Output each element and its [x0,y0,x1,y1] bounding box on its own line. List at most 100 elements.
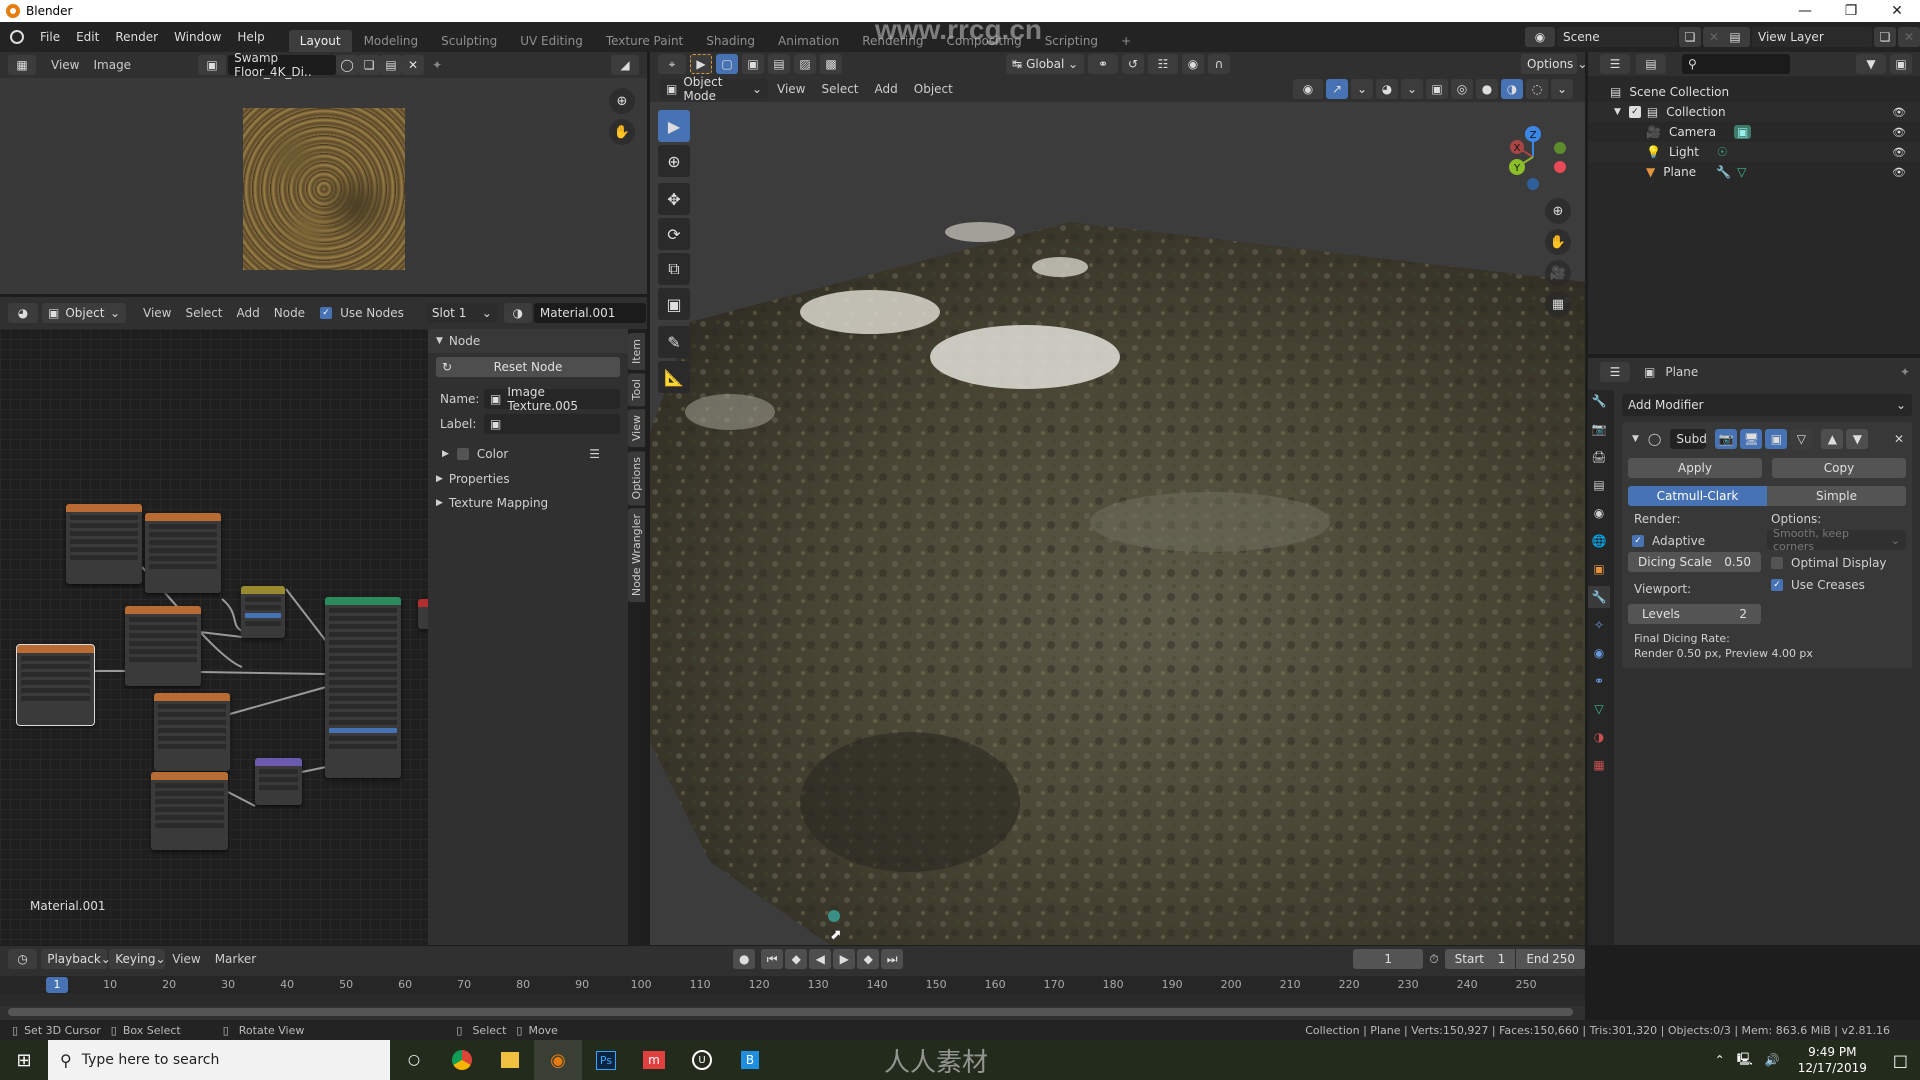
apply-button[interactable]: Apply [1628,458,1762,478]
minimize-button[interactable]: — [1782,0,1828,22]
viewport-menu-view[interactable]: View [770,82,812,96]
pan-hand-icon[interactable]: ✋ [609,119,635,145]
prev-keyframe-button[interactable]: ◆ [785,949,808,969]
uv-smooth-dropdown[interactable]: Smooth, keep corners ⌄ [1767,527,1906,553]
overlays-toggle-icon[interactable]: ◕ [1376,79,1398,99]
zoom-icon[interactable]: ⊕ [609,88,635,114]
network-icon[interactable]: 🖳 [1737,1050,1753,1071]
viewport-menu-select[interactable]: Select [814,82,865,96]
optimal-display-row[interactable]: Optimal Display [1767,552,1906,574]
display-mode-icon[interactable]: ▤ [1636,54,1666,74]
select-box-tool-icon[interactable]: ▶ [658,110,690,142]
fake-user-icon[interactable]: ◯ [336,55,359,75]
image-menu-image[interactable]: Image [86,58,138,72]
light-data-icon[interactable]: ☉ [1717,145,1728,159]
select-mode-subtract-icon[interactable]: ▤ [768,54,790,74]
modifier-wrench-icon[interactable]: 🔧 [1716,165,1731,179]
editor-type-node-icon[interactable]: ◕ [8,303,38,323]
view-layer-field[interactable]: View Layer [1752,27,1872,47]
unlink-image-icon[interactable]: ✕ [402,55,425,75]
pivot-point-icon[interactable]: ⚭ [1088,54,1118,74]
expand-arrow-icon[interactable]: ▼ [1614,107,1621,117]
tab-layout[interactable]: Layout [288,30,352,52]
transform-tool-icon[interactable]: ▣ [658,288,690,320]
new-image-icon[interactable]: ❏ [358,55,381,75]
frame-ruler[interactable]: 1 10 20 30 40 50 60 70 80 90 100 110 120 130 140 150 16… [0,976,1585,994]
cortana-icon[interactable]: ○ [390,1040,438,1080]
app-taskbar-icon[interactable]: B [726,1040,774,1080]
levels-field[interactable]: Levels 2 [1628,604,1761,624]
maximize-button[interactable]: ❐ [1828,0,1874,22]
scene-name-field[interactable]: Scene [1557,27,1677,47]
texture-tab-icon[interactable]: ▦ [1588,754,1610,776]
outliner-scene-collection[interactable]: ▤ Scene Collection [1588,82,1920,102]
use-creases-checkbox[interactable]: ✓ [1771,579,1783,591]
menu-window[interactable]: Window [166,30,229,44]
viewport-toggle-icon[interactable]: 🖥 [1740,429,1763,449]
output-tab-icon[interactable]: 🖨 [1588,446,1610,468]
new-view-layer-icon[interactable]: ❏ [1874,27,1896,47]
sidebar-tab-view[interactable]: View [628,409,645,448]
shading-material-icon[interactable]: ◑ [1501,79,1523,99]
node-menu-select[interactable]: Select [178,306,229,320]
blender-menu-icon[interactable] [10,30,24,44]
transform-orientation-dropdown[interactable]: ↹ Global ⌄ [1006,54,1084,74]
3d-viewport[interactable]: ▶ ⊕ ✥ ⟳ ⧉ ▣ ✎ 📐 Z X Y ⊕ ✋ 🎥 ▦ ⬈ [650,102,1585,945]
use-creases-row[interactable]: ✓ Use Creases [1767,574,1906,596]
visibility-eye-icon[interactable]: 👁 [1892,106,1906,119]
color-presets-icon[interactable]: ☰ [589,447,600,461]
overlays-dropdown-icon[interactable]: ⌄ [1401,79,1423,99]
tool-tab-icon[interactable]: 🔧 [1588,390,1610,412]
scale-tool-icon[interactable]: ⧉ [658,253,690,285]
visibility-eye-icon[interactable]: 👁 [1892,166,1906,179]
image-texture-node[interactable] [145,513,221,593]
node-label-field[interactable]: ▣ [484,414,620,434]
taskbar-search-box[interactable]: ⚲ Type here to search [48,1040,390,1080]
editor-type-image-icon[interactable]: ▦ [8,55,36,75]
adaptive-row[interactable]: ✓ Adaptive [1628,530,1767,552]
chrome-icon[interactable] [438,1040,486,1080]
tab-modeling[interactable]: Modeling [353,30,430,52]
volume-icon[interactable]: 🔊 [1765,1053,1780,1067]
outliner-collection[interactable]: ▼ ✓ ▤ Collection 👁 [1588,102,1920,122]
object-mode-dropdown[interactable]: ▣ Object Mode ⌄ [660,75,768,103]
mesh-data-icon[interactable]: ▽ [1737,165,1746,179]
tab-sculpting[interactable]: Sculpting [430,30,508,52]
annotate-tool-icon[interactable]: ✎ [658,326,690,358]
end-frame-field[interactable]: End 250 [1516,949,1585,969]
texture-mapping-panel[interactable]: ▶ Texture Mapping [436,492,628,514]
next-keyframe-button[interactable]: ◆ [857,949,880,969]
delete-view-layer-icon[interactable]: ✕ [1898,27,1920,47]
move-down-icon[interactable]: ▼ [1846,429,1869,449]
particles-tab-icon[interactable]: ✧ [1588,614,1610,636]
collapse-arrow-icon[interactable]: ▼ [1632,434,1639,444]
render-toggle-icon[interactable]: 📷 [1715,429,1738,449]
record-button[interactable]: ● [733,949,756,969]
view-layer-tab-icon[interactable]: ▤ [1588,474,1610,496]
jump-start-button[interactable]: ⏮ [761,949,784,969]
zoom-view-icon[interactable]: ⊕ [1545,198,1571,224]
slot-dropdown[interactable]: Slot 1 ⌄ [425,303,498,323]
add-workspace-button[interactable]: + [1110,30,1142,52]
shading-wireframe-icon[interactable]: ◎ [1451,79,1473,99]
normal-map-node[interactable] [255,758,302,805]
tab-shading[interactable]: Shading [695,30,766,52]
menu-edit[interactable]: Edit [68,30,107,44]
options-dropdown[interactable]: Options ⌄ [1521,54,1587,74]
visibility-eye-icon[interactable]: 👁 [1892,126,1906,139]
modifier-tab-icon[interactable]: 🔧 [1588,586,1610,608]
camera-view-icon[interactable]: 🎥 [1545,260,1571,286]
play-reverse-button[interactable]: ◀ [809,949,832,969]
timeline-menu-view[interactable]: View [165,952,207,966]
material-tab-icon[interactable]: ◑ [1588,726,1610,748]
editor-type-outliner-icon[interactable]: ☰ [1600,54,1630,74]
current-frame-field[interactable]: 1 [1353,949,1424,969]
taskbar-clock[interactable]: 9:49 PM 12/17/2019 [1798,1044,1867,1076]
image-texture-node[interactable] [151,772,228,850]
properties-panel[interactable]: ▶ Properties [436,468,628,490]
timeline-scrollbar[interactable] [8,1008,1573,1016]
cage-toggle-icon[interactable]: ▽ [1790,429,1813,449]
new-collection-icon[interactable]: ▣ [1890,54,1912,74]
gizmo-neg-x[interactable] [1554,161,1566,173]
mari-icon[interactable]: m [630,1040,678,1080]
